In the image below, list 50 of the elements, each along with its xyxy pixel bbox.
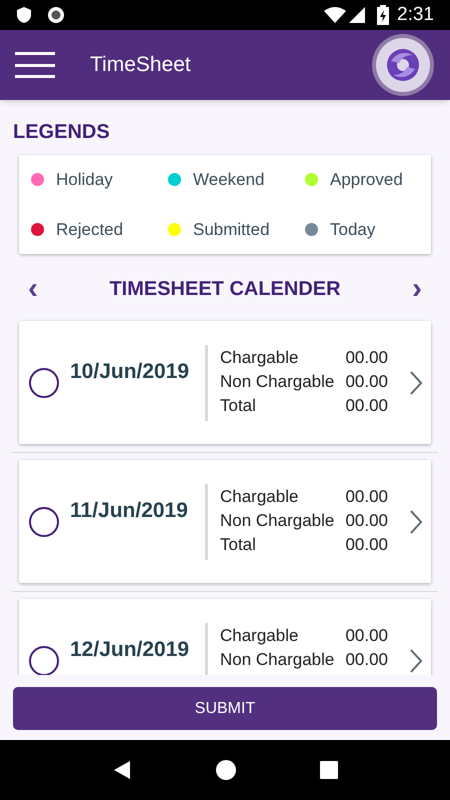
legend-label: Rejected (56, 218, 124, 240)
hours-label: Non Chargable (220, 371, 336, 393)
day-card[interactable]: 12/Jun/2019 Chargable 00.00 Non Chargable 00.00 (19, 599, 431, 675)
legend-label: Holiday (56, 169, 113, 191)
hours-value: 00.00 (344, 649, 388, 671)
chevron-right-icon[interactable] (409, 508, 423, 534)
app-title: TimeSheet (90, 52, 191, 78)
select-radio[interactable] (29, 646, 59, 675)
hours-value: 00.00 (344, 347, 388, 369)
legend-label: Today (330, 218, 376, 240)
wifi-icon (323, 6, 348, 24)
submit-button[interactable]: SUBMIT (13, 687, 437, 730)
hours-label: Total (220, 395, 257, 417)
battery-icon (377, 5, 390, 25)
logo-icon[interactable] (371, 33, 435, 97)
hours-value: 00.00 (344, 371, 388, 393)
hours-label: Chargable (220, 625, 300, 647)
hours-label: Total (220, 534, 257, 556)
day-card[interactable]: 10/Jun/2019 Chargable 00.00 Non Chargable 00.00 Total 00.00 (19, 321, 431, 444)
home-icon[interactable] (216, 760, 236, 780)
legend-label: Approved (330, 169, 403, 191)
signal-icon (349, 7, 366, 23)
hours-value: 00.00 (344, 534, 388, 556)
select-radio[interactable] (29, 506, 59, 536)
hours-label: Chargable (220, 347, 300, 369)
legends-heading: LEGENDS (13, 120, 111, 145)
calendar-heading: TIMESHEET CALENDER (109, 277, 341, 302)
hours-value: 00.00 (344, 510, 388, 532)
hours-value: 00.00 (344, 395, 388, 417)
hours-label: Non Chargable (220, 510, 336, 532)
next-button[interactable]: › (412, 274, 422, 304)
legend-label: Submitted (193, 218, 270, 240)
hours-label: Chargable (220, 486, 300, 508)
chevron-right-icon[interactable] (409, 370, 423, 396)
hours-value: 00.00 (344, 625, 388, 647)
legend-label: Weekend (193, 169, 265, 191)
day-date: 10/Jun/2019 (70, 358, 190, 385)
record-icon (46, 5, 66, 25)
day-date: 11/Jun/2019 (70, 498, 189, 524)
hours-label: Non Chargable (220, 649, 336, 671)
shield-icon (16, 6, 32, 24)
previous-button[interactable]: ‹ (28, 274, 38, 304)
day-date: 12/Jun/2019 (70, 636, 190, 663)
menu-icon[interactable] (15, 52, 55, 78)
day-card[interactable]: 11/Jun/2019 Chargable 00.00 Non Chargable 00.00 Total 00.00 (19, 460, 431, 583)
select-radio[interactable] (29, 368, 59, 398)
chevron-right-icon[interactable] (409, 648, 423, 674)
status-time: 2:31 (397, 2, 434, 27)
hours-value: 00.00 (344, 486, 388, 508)
back-icon[interactable] (112, 760, 132, 780)
